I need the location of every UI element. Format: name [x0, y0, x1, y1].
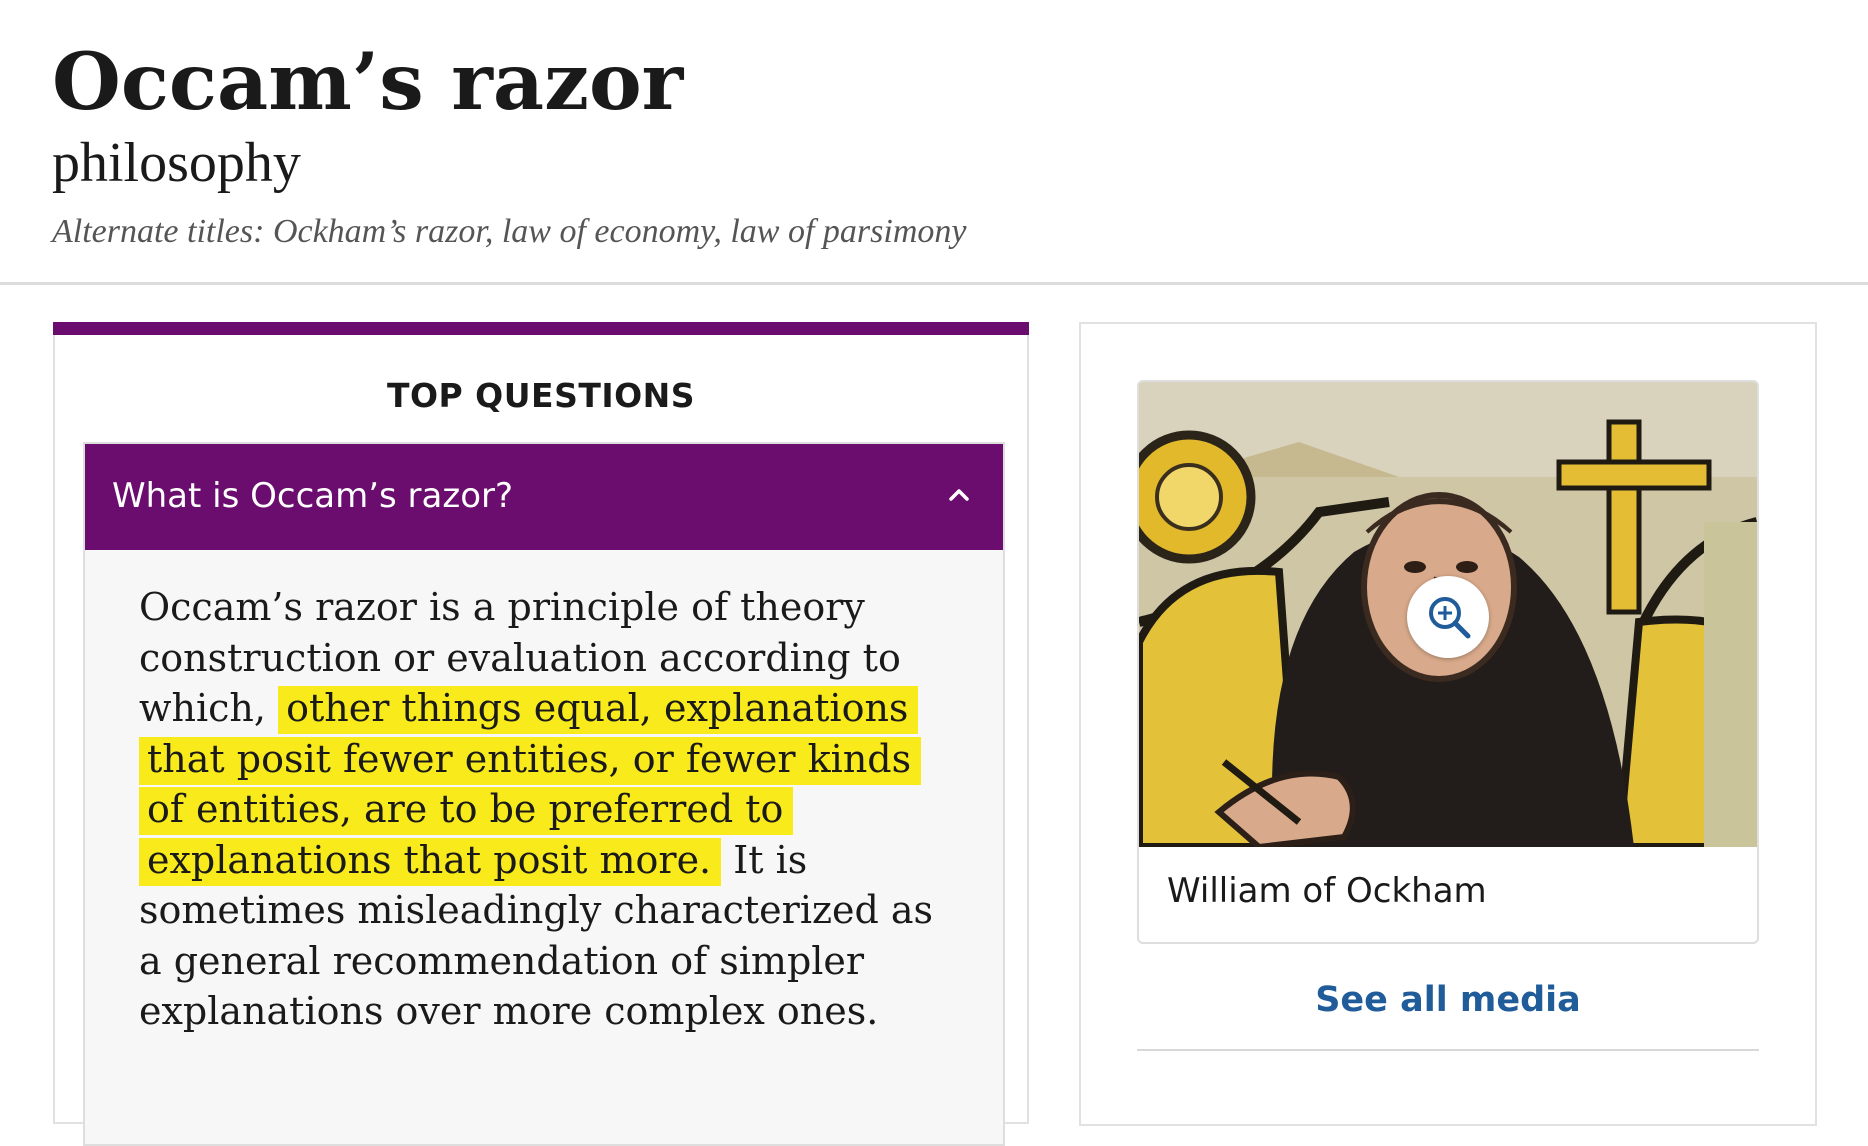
- question-item: What is Occam’s razor? Occam’s razor is …: [83, 442, 1005, 1146]
- media-caption: William of Ockham: [1167, 871, 1487, 911]
- media-divider: [1137, 1049, 1759, 1051]
- article-header: Occam’s razor philosophy Alternate title…: [0, 0, 1868, 285]
- question-answer: Occam’s razor is a principle of theory c…: [139, 582, 939, 1037]
- see-all-media-link[interactable]: See all media: [1081, 976, 1815, 1024]
- top-questions-heading: TOP QUESTIONS: [386, 376, 696, 415]
- alternate-titles: Alternate titles: Ockham’s razor, law of…: [52, 213, 967, 250]
- media-figure: William of Ockham: [1137, 380, 1759, 944]
- zoom-in-icon: [1429, 597, 1471, 639]
- page-subtitle: philosophy: [52, 132, 301, 194]
- media-panel: William of Ockham See all media: [1079, 322, 1817, 1126]
- page-title: Occam’s razor: [52, 35, 684, 128]
- question-label: What is Occam’s razor?: [112, 476, 514, 516]
- question-toggle[interactable]: What is Occam’s razor?: [85, 444, 1003, 550]
- top-questions-panel: TOP QUESTIONS What is Occam’s razor? Occ…: [53, 322, 1029, 1146]
- zoom-button[interactable]: [1407, 576, 1489, 658]
- top-questions-accent-bar: [53, 322, 1029, 335]
- chevron-up-icon: [949, 489, 969, 501]
